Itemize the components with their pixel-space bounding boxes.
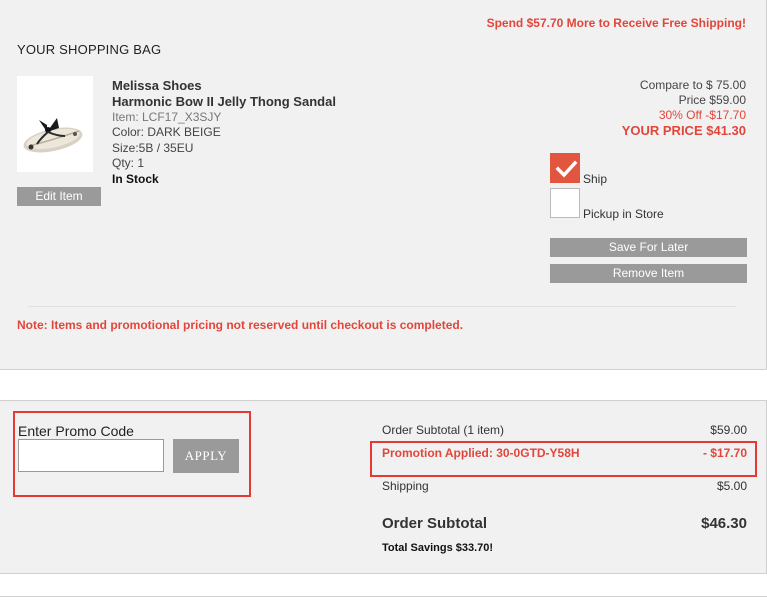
pickup-checkbox[interactable] bbox=[550, 188, 580, 218]
list-price: Price $59.00 bbox=[678, 93, 746, 107]
order-subtotal-row: Order Subtotal $46.30 bbox=[382, 515, 747, 532]
shopping-bag-panel: Spend $57.70 More to Receive Free Shippi… bbox=[0, 0, 767, 370]
divider bbox=[28, 306, 736, 307]
product-details: Melissa Shoes Harmonic Bow II Jelly Thon… bbox=[112, 78, 336, 187]
product-brand[interactable]: Melissa Shoes bbox=[112, 78, 336, 94]
promotion-row: Promotion Applied: 30-0GTD-Y58H - $17.70 bbox=[382, 446, 747, 460]
bottom-divider bbox=[0, 596, 767, 597]
subtotal-row: Order Subtotal (1 item) $59.00 bbox=[382, 423, 747, 437]
item-number: Item: LCF17_X3SJY bbox=[112, 110, 222, 124]
shipping-label: Shipping bbox=[382, 479, 429, 493]
ship-checkbox[interactable] bbox=[550, 153, 580, 183]
edit-item-button[interactable]: Edit Item bbox=[17, 187, 101, 206]
ship-label: Ship bbox=[583, 172, 608, 186]
order-subtotal-label: Order Subtotal bbox=[382, 515, 488, 532]
page-title: YOUR SHOPPING BAG bbox=[17, 42, 162, 57]
promo-code-label: Enter Promo Code bbox=[18, 423, 134, 439]
compare-price: Compare to $ 75.00 bbox=[639, 78, 746, 92]
product-image[interactable] bbox=[17, 76, 93, 172]
save-for-later-button[interactable]: Save For Later bbox=[550, 238, 747, 257]
reservation-note: Note: Items and promotional pricing not … bbox=[17, 318, 464, 332]
promo-code-section: Enter Promo Code APPLY bbox=[13, 411, 251, 497]
subtotal-value: $59.00 bbox=[710, 423, 747, 437]
item-pricing: Compare to $ 75.00 Price $59.00 30% Off … bbox=[622, 78, 746, 139]
item-quantity: Qty: 1 bbox=[112, 156, 145, 171]
checkmark-icon bbox=[555, 160, 578, 178]
sandal-icon bbox=[23, 118, 83, 153]
item-size: Size:5B / 35EU bbox=[112, 140, 194, 155]
total-savings: Total Savings $33.70! bbox=[382, 542, 494, 554]
discount-amount: 30% Off -$17.70 bbox=[658, 108, 746, 122]
ship-option[interactable]: Ship bbox=[550, 153, 608, 186]
shipping-row: Shipping $5.00 bbox=[382, 479, 747, 493]
remove-item-button[interactable]: Remove Item bbox=[550, 264, 747, 283]
promotion-value: - $17.70 bbox=[702, 446, 747, 460]
item-color: Color: DARK BEIGE bbox=[112, 125, 221, 140]
promotion-applied-section: Promotion Applied: 30-0GTD-Y58H - $17.70 bbox=[370, 441, 757, 477]
order-subtotal-value: $46.30 bbox=[701, 515, 747, 532]
free-shipping-message: Spend $57.70 More to Receive Free Shippi… bbox=[486, 16, 746, 30]
stock-status: In Stock bbox=[112, 171, 159, 186]
promo-code-input[interactable] bbox=[18, 439, 164, 472]
pickup-label: Pickup in Store bbox=[583, 207, 664, 221]
product-name[interactable]: Harmonic Bow II Jelly Thong Sandal bbox=[112, 94, 336, 110]
subtotal-label: Order Subtotal (1 item) bbox=[382, 423, 505, 437]
your-price: YOUR PRICE $41.30 bbox=[621, 123, 746, 138]
order-summary-panel: Enter Promo Code APPLY Order Subtotal (1… bbox=[0, 400, 767, 574]
promotion-label: Promotion Applied: 30-0GTD-Y58H bbox=[382, 446, 580, 460]
shipping-value: $5.00 bbox=[716, 479, 747, 493]
apply-promo-button[interactable]: APPLY bbox=[173, 439, 239, 473]
pickup-option[interactable]: Pickup in Store bbox=[550, 188, 664, 221]
